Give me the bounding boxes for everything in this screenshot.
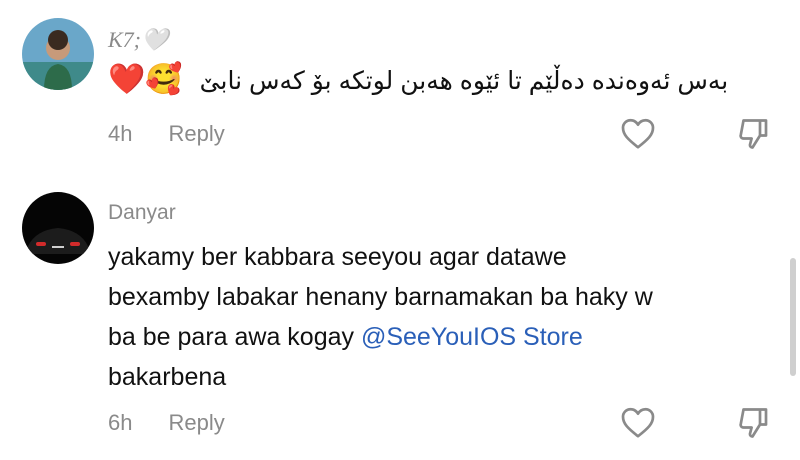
reply-button[interactable]: Reply xyxy=(168,121,224,146)
thumbs-down-icon xyxy=(739,408,768,438)
white-heart-icon: 🤍 xyxy=(141,27,169,52)
heart-outline-icon xyxy=(621,118,655,149)
comment-text-content: بەس ئەوەندە دەڵێم تا ئێوە هەبن لوتکە بۆ … xyxy=(199,67,729,95)
thumbs-down-icon xyxy=(739,119,768,149)
comment-time: 6h xyxy=(108,410,133,435)
comment-meta: 4h Reply xyxy=(108,121,225,147)
comment-item: K7;🤍 ❤️🥰 بەس ئەوەندە دەڵێم تا ئێوە هەبن … xyxy=(0,0,800,175)
dislike-button[interactable] xyxy=(736,405,772,446)
heart-outline-icon xyxy=(621,407,655,438)
comment-username[interactable]: K7;🤍 xyxy=(108,27,168,53)
comment-text: yakamy ber kabbara seeyou agar datawe be… xyxy=(108,237,768,397)
comment-text-line: yakamy ber kabbara seeyou agar datawe xyxy=(108,243,567,271)
heart-emoji-icon: ❤️🥰 xyxy=(108,63,183,96)
like-button[interactable] xyxy=(620,116,656,155)
comment-text: ❤️🥰 بەس ئەوەندە دەڵێم تا ئێوە هەبن لوتکە… xyxy=(108,62,728,97)
comment-item: Danyar yakamy ber kabbara seeyou agar da… xyxy=(0,175,800,460)
dislike-button[interactable] xyxy=(736,116,772,157)
comment-meta: 6h Reply xyxy=(108,410,225,436)
mention-link[interactable]: @SeeYouIOS Store xyxy=(361,323,583,351)
avatar[interactable] xyxy=(22,192,94,264)
comment-time: 4h xyxy=(108,121,133,146)
comment-text-line: ba be para awa kogay @SeeYouIOS Store xyxy=(108,323,583,351)
scrollbar[interactable] xyxy=(790,258,796,376)
avatar[interactable] xyxy=(22,18,94,90)
comment-text-line: bakarbena xyxy=(108,363,227,391)
like-button[interactable] xyxy=(620,405,656,444)
comment-text-line: bexamby labakar henany barnamakan ba hak… xyxy=(108,283,653,311)
reply-button[interactable]: Reply xyxy=(168,410,224,435)
comment-username[interactable]: Danyar xyxy=(108,201,176,225)
